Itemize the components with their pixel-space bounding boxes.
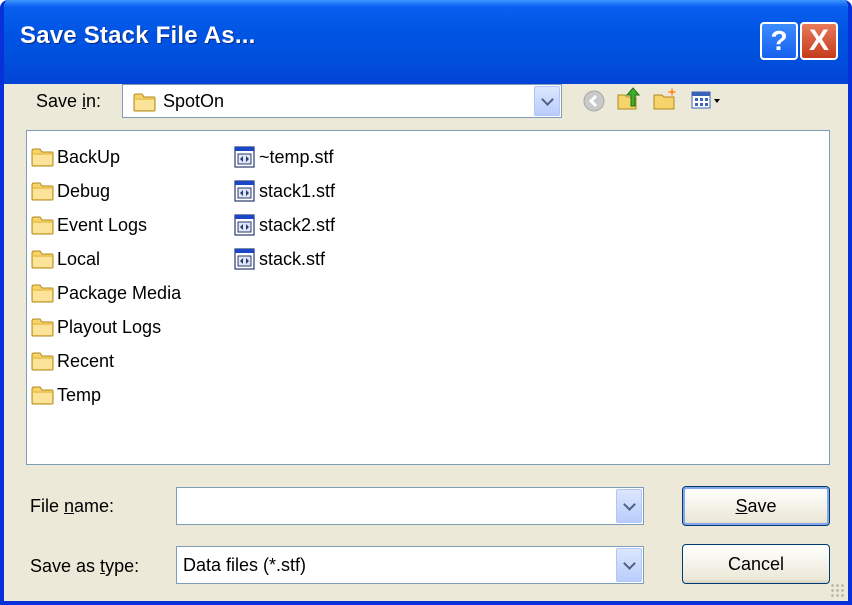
- save-as-type-label: Save as type:: [30, 556, 139, 577]
- save-button[interactable]: Save: [682, 486, 830, 526]
- folder-icon: [31, 180, 55, 202]
- folder-name: Temp: [57, 384, 102, 405]
- file-item[interactable]: stack1.stf: [233, 177, 335, 205]
- save-in-value: SpotOn: [163, 90, 225, 111]
- folder-icon: [31, 282, 55, 304]
- new-folder-icon: [653, 87, 676, 110]
- save-as-type-dropdown-button[interactable]: [616, 548, 642, 582]
- save-button-label: ave: [747, 495, 777, 516]
- file-name: stack1.stf: [259, 180, 336, 201]
- save-in-dropdown-button[interactable]: [534, 86, 560, 116]
- folder-item[interactable]: Playout Logs: [31, 313, 161, 341]
- folder-item[interactable]: Temp: [31, 381, 101, 409]
- file-name-label-text: File: [30, 496, 65, 516]
- file-item[interactable]: ~temp.stf: [233, 143, 334, 171]
- folder-item[interactable]: Debug: [31, 177, 110, 205]
- up-one-level-icon: [617, 87, 640, 110]
- folder-name: Recent: [57, 350, 115, 371]
- folder-icon: [31, 316, 55, 338]
- back-button[interactable]: [582, 89, 606, 113]
- dialog-title: Save Stack File As...: [20, 22, 256, 49]
- title-bar[interactable]: Save Stack File As... ? X: [4, 0, 848, 84]
- folder-icon: [31, 214, 55, 236]
- stf-file-icon: [233, 248, 257, 270]
- folder-icon: [31, 384, 55, 406]
- save-in-label: Save in:: [36, 91, 101, 112]
- folder-icon: [31, 350, 55, 372]
- file-name: stack.stf: [259, 248, 326, 269]
- new-folder-button[interactable]: [652, 87, 676, 111]
- chevron-down-icon: [540, 92, 554, 106]
- resize-grip[interactable]: [830, 583, 844, 597]
- help-button[interactable]: ?: [760, 22, 798, 60]
- folder-item[interactable]: Local: [31, 245, 100, 273]
- save-in-label-text: Save: [36, 91, 83, 111]
- chevron-down-icon: [622, 497, 636, 511]
- folder-name: Debug: [57, 180, 111, 201]
- save-in-label-suffix: n:: [86, 91, 102, 111]
- cancel-button-label: Cancel: [727, 553, 785, 574]
- close-button[interactable]: X: [800, 22, 838, 60]
- help-icon: ?: [770, 25, 788, 56]
- close-icon: X: [808, 24, 829, 57]
- folder-name: Playout Logs: [57, 316, 162, 337]
- file-item[interactable]: stack2.stf: [233, 211, 335, 239]
- up-one-level-button[interactable]: [616, 87, 640, 111]
- file-name-combobox[interactable]: [176, 487, 644, 525]
- save-as-type-dropdown[interactable]: Data files (*.stf): [176, 546, 644, 584]
- save-button-accel: S: [735, 495, 748, 516]
- save-as-type-label-suffix: ype:: [105, 556, 140, 576]
- folder-icon: [31, 146, 55, 168]
- cancel-button[interactable]: Cancel: [682, 544, 830, 584]
- folder-name: Local: [57, 248, 101, 269]
- folder-item[interactable]: Package Media: [31, 279, 181, 307]
- back-icon: [583, 90, 605, 112]
- folder-icon: [133, 91, 157, 113]
- file-name-dropdown-button[interactable]: [616, 489, 642, 523]
- file-item[interactable]: stack.stf: [233, 245, 325, 273]
- save-dialog: Save Stack File As... ? X Save in: SpotO…: [0, 0, 852, 605]
- save-as-type-value: Data files (*.stf): [183, 554, 307, 575]
- file-name-accel: n: [64, 496, 75, 516]
- stf-file-icon: [233, 180, 257, 202]
- file-name: ~temp.stf: [259, 146, 334, 167]
- chevron-down-icon: [622, 556, 636, 570]
- file-name-label-suffix: ame:: [74, 496, 115, 516]
- save-as-type-label-text: Save as: [30, 556, 101, 576]
- save-in-dropdown[interactable]: SpotOn: [122, 84, 562, 118]
- folder-item[interactable]: Event Logs: [31, 211, 147, 239]
- stf-file-icon: [233, 146, 257, 168]
- folder-name: Package Media: [57, 282, 182, 303]
- file-list[interactable]: BackUp Debug Event Logs Local Package Me…: [26, 130, 830, 465]
- folder-name: Event Logs: [57, 214, 148, 235]
- view-menu-button[interactable]: [690, 89, 730, 113]
- file-name-label: File name:: [30, 496, 114, 517]
- folder-item[interactable]: Recent: [31, 347, 114, 375]
- folder-item[interactable]: BackUp: [31, 143, 120, 171]
- file-name: stack2.stf: [259, 214, 336, 235]
- folder-icon: [31, 248, 55, 270]
- folder-name: BackUp: [57, 146, 121, 167]
- view-menu-icon: [691, 91, 720, 109]
- stf-file-icon: [233, 214, 257, 236]
